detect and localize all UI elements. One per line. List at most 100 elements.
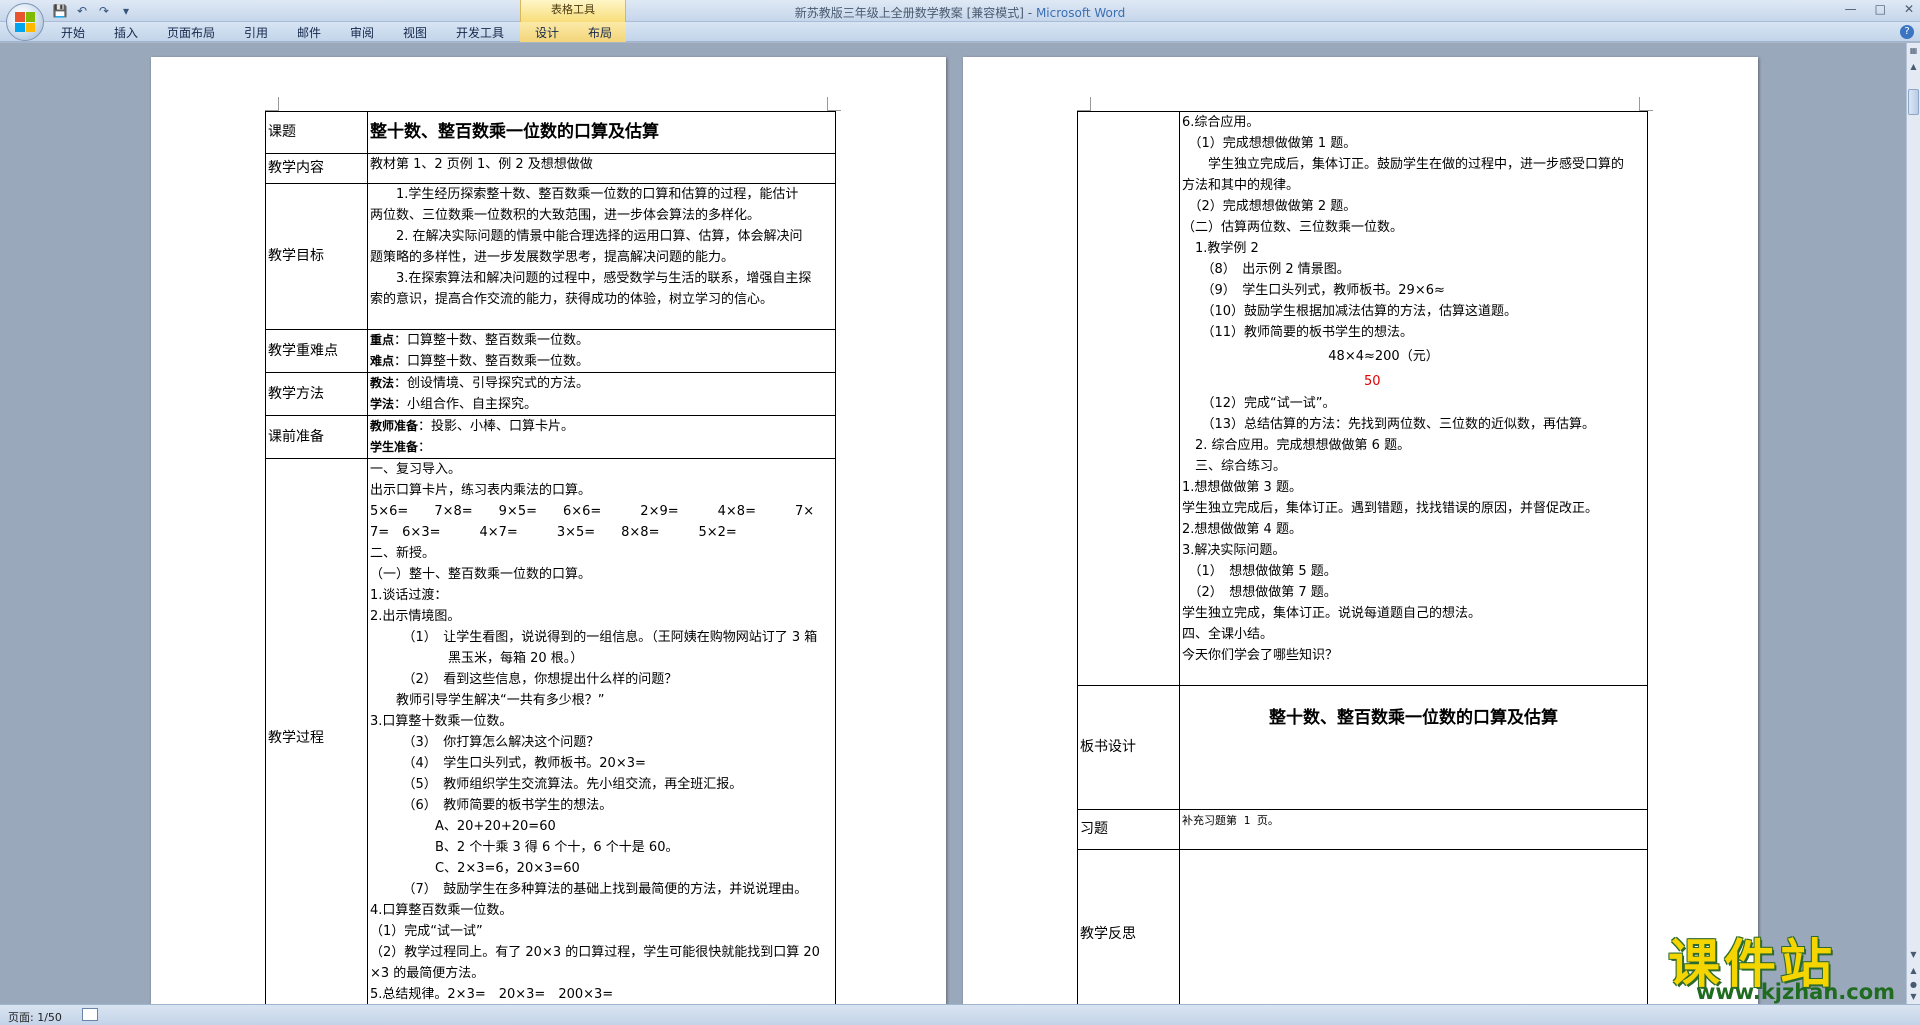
- reflection-cell[interactable]: [1179, 849, 1648, 1004]
- process-line: （5） 教师组织学生交流算法。先小组交流，再全班汇报。: [370, 777, 743, 792]
- tab-view[interactable]: 视图: [403, 24, 427, 41]
- goals-line: 索的意识，提高合作交流的能力，获得成功的体验，树立学习的信心。: [370, 292, 774, 307]
- board-label: 板书设计: [1077, 685, 1180, 810]
- proofing-icon[interactable]: [82, 1008, 98, 1021]
- process-line: （11）教师简要的板书学生的想法。: [1182, 325, 1414, 340]
- process-line: 四、全课小结。: [1182, 627, 1274, 642]
- tab-developer[interactable]: 开发工具: [456, 24, 504, 41]
- tab-page-layout[interactable]: 页面布局: [167, 24, 215, 41]
- watermark-url: www.kjzhan.com: [1696, 980, 1896, 1004]
- crop-mark: [1077, 97, 1091, 111]
- process-line: A、20+20+20=60: [370, 819, 556, 834]
- process-line: 学生独立完成后，集体订正。鼓励学生在做的过程中，进一步感受口算的: [1182, 157, 1625, 172]
- process-line: （7） 鼓励学生在多种算法的基础上找到最简便的方法，并说说理由。: [370, 882, 808, 897]
- page-2[interactable]: 6.综合应用。 （1）完成想想做做第 1 题。 学生独立完成后，集体订正。鼓励学…: [963, 57, 1758, 1004]
- tab-design[interactable]: 设计: [535, 24, 559, 41]
- student-prep-tag: 学生准备: [370, 440, 419, 454]
- methods-label: 教学方法: [265, 372, 368, 416]
- goals-line: 两位数、三位数乘一位数积的大致范围，进一步体会算法的多样化。: [370, 208, 761, 223]
- process-line: 3.解决实际问题。: [1182, 543, 1286, 558]
- scrollbar-thumb[interactable]: [1908, 89, 1919, 115]
- estimate-formula: 48×4≈200（元）: [1328, 349, 1439, 364]
- exercise-value: 补充习题第 1 页。: [1179, 809, 1648, 850]
- goals-line: 1.学生经历探索整十数、整百数乘一位数的口算和估算的过程，能估计: [370, 187, 799, 202]
- process-label-cont: [1077, 111, 1180, 686]
- content-label: 教学内容: [265, 153, 368, 184]
- teach-method-text: ：创设情境、引导探究式的方法。: [394, 376, 590, 391]
- process-line: ×3 的最简便方法。: [370, 966, 485, 981]
- process-line: 3.口算整十数乘一位数。: [370, 714, 513, 729]
- topic-value: 整十数、整百数乘一位数的口算及估算: [370, 121, 659, 142]
- process-line: （12）完成“试一试”。: [1182, 396, 1336, 411]
- exercise-label: 习题: [1077, 809, 1180, 850]
- difficulty-tag: 难点: [370, 354, 395, 368]
- key-text: ：口算整十数、整百数乘一位数。: [394, 333, 590, 348]
- help-icon[interactable]: ?: [1900, 25, 1914, 39]
- scroll-up-icon[interactable]: ▲: [1908, 61, 1919, 73]
- ruler-toggle-icon[interactable]: ▦: [1908, 45, 1919, 57]
- tab-insert[interactable]: 插入: [114, 24, 138, 41]
- lesson-table-page2: 6.综合应用。 （1）完成想想做做第 1 题。 学生独立完成后，集体订正。鼓励学…: [1077, 111, 1648, 1004]
- select-browse-object-icon[interactable]: ●: [1908, 979, 1919, 991]
- vertical-scrollbar[interactable]: ▦ ▲ ▼ ▲ ● ▼: [1906, 43, 1920, 1004]
- process-line: 今天你们学会了哪些知识？: [1182, 648, 1339, 663]
- process-line: （1）完成“试一试”: [370, 924, 483, 939]
- process-line: 出示口算卡片，练习表内乘法的口算。: [370, 483, 592, 498]
- close-icon[interactable]: ✕: [1904, 2, 1914, 16]
- process-line: 学生独立完成后，集体订正。遇到错题，找找错误的原因，并督促改正。: [1182, 501, 1599, 516]
- goals-line: 3.在探索算法和解决问题的过程中，感受数学与生活的联系，增强自主探: [370, 271, 812, 286]
- process-line: 方法和其中的规律。: [1182, 178, 1300, 193]
- process-line: （一）整十、整百数乘一位数的口算。: [370, 567, 592, 582]
- topic-label: 课题: [265, 111, 368, 154]
- process-line: 2.出示情境图。: [370, 609, 461, 624]
- minimize-icon[interactable]: —: [1845, 2, 1857, 16]
- tab-review[interactable]: 审阅: [350, 24, 374, 41]
- teacher-prep-text: ：投影、小棒、口算卡片。: [418, 419, 575, 434]
- scroll-down-icon[interactable]: ▼: [1908, 949, 1919, 961]
- goals-line: 2. 在解决实际问题的情景中能合理选择的运用口算、估算，体会解决问: [370, 229, 803, 244]
- process-cont-lines-a: 6.综合应用。 （1）完成想想做做第 1 题。 学生独立完成后，集体订正。鼓励学…: [1182, 113, 1645, 344]
- process-label: 教学过程: [265, 458, 368, 1004]
- process-line: 4.口算整百数乘一位数。: [370, 903, 513, 918]
- process-line: 7= 6×3= 4×7= 3×5= 8×8= 5×2=: [370, 525, 737, 540]
- methods-cell: 教法：创设情境、引导探究式的方法。 学法：小组合作、自主探究。: [367, 372, 836, 416]
- student-prep-text: ：: [418, 440, 432, 455]
- process-line: 二、新授。: [370, 546, 436, 561]
- tab-references[interactable]: 引用: [244, 24, 268, 41]
- key-tag: 重点: [370, 333, 395, 347]
- goals-cell: 1.学生经历探索整十数、整百数乘一位数的口算和估算的过程，能估计 两位数、三位数…: [367, 183, 836, 330]
- office-button[interactable]: [6, 3, 44, 41]
- keypoints-label: 教学重难点: [265, 329, 368, 373]
- window-controls: — □ ✕: [1845, 2, 1914, 16]
- process-line: 黑玉米，每箱 20 根。）: [370, 651, 584, 666]
- board-title: 整十数、整百数乘一位数的口算及估算: [1269, 708, 1558, 728]
- title-bar: 💾 ↶ ↷ ▾ 表格工具 新苏教版三年级上全册数学教案 [兼容模式] - Mic…: [0, 0, 1920, 22]
- process-line: 5×6= 7×8= 9×5= 6×6= 2×9= 4×8= 7×: [370, 504, 815, 519]
- estimate-red-value: 50: [1364, 374, 1381, 389]
- process-line: （2） 看到这些信息，你想提出什么样的问题？: [370, 672, 678, 687]
- process-line: （二）估算两位数、三位数乘一位数。: [1182, 220, 1404, 235]
- window-title: 新苏教版三年级上全册数学教案 [兼容模式] - Microsoft Word: [0, 4, 1920, 21]
- teach-method-tag: 教法: [370, 376, 395, 390]
- process-line: （3） 你打算怎么解决这个问题？: [370, 735, 600, 750]
- maximize-icon[interactable]: □: [1875, 2, 1886, 16]
- learn-method-tag: 学法: [370, 397, 395, 411]
- process-line: 2.想想做做第 4 题。: [1182, 522, 1302, 537]
- page-indicator[interactable]: 页面: 1/50: [8, 1009, 62, 1025]
- crop-mark: [265, 97, 279, 111]
- process-line: 5.总结规律。2×3= 20×3= 200×3=: [370, 987, 614, 1002]
- tab-layout[interactable]: 布局: [588, 24, 612, 41]
- process-line: （8） 出示例 2 情景图。: [1182, 262, 1350, 277]
- tab-home[interactable]: 开始: [61, 24, 85, 41]
- document-area[interactable]: 课题 整十数、整百数乘一位数的口算及估算 教学内容 教材第 1、2 页例 1、例…: [0, 43, 1906, 1004]
- next-page-icon[interactable]: ▼: [1908, 991, 1919, 1003]
- teacher-prep-tag: 教师准备: [370, 419, 419, 433]
- process-line: C、2×3=6，20×3=60: [370, 861, 580, 876]
- app-name: Microsoft Word: [1035, 6, 1126, 20]
- tab-mailings[interactable]: 邮件: [297, 24, 321, 41]
- process-line: 1.想想做做第 3 题。: [1182, 480, 1302, 495]
- page-1[interactable]: 课题 整十数、整百数乘一位数的口算及估算 教学内容 教材第 1、2 页例 1、例…: [151, 57, 946, 1004]
- previous-page-icon[interactable]: ▲: [1908, 965, 1919, 977]
- process-cont-lines-b: （12）完成“试一试”。 （13）总结估算的方法：先找到两位数、三位数的近似数，…: [1182, 393, 1645, 666]
- process-line: 2. 综合应用。完成想想做做第 6 题。: [1182, 438, 1411, 453]
